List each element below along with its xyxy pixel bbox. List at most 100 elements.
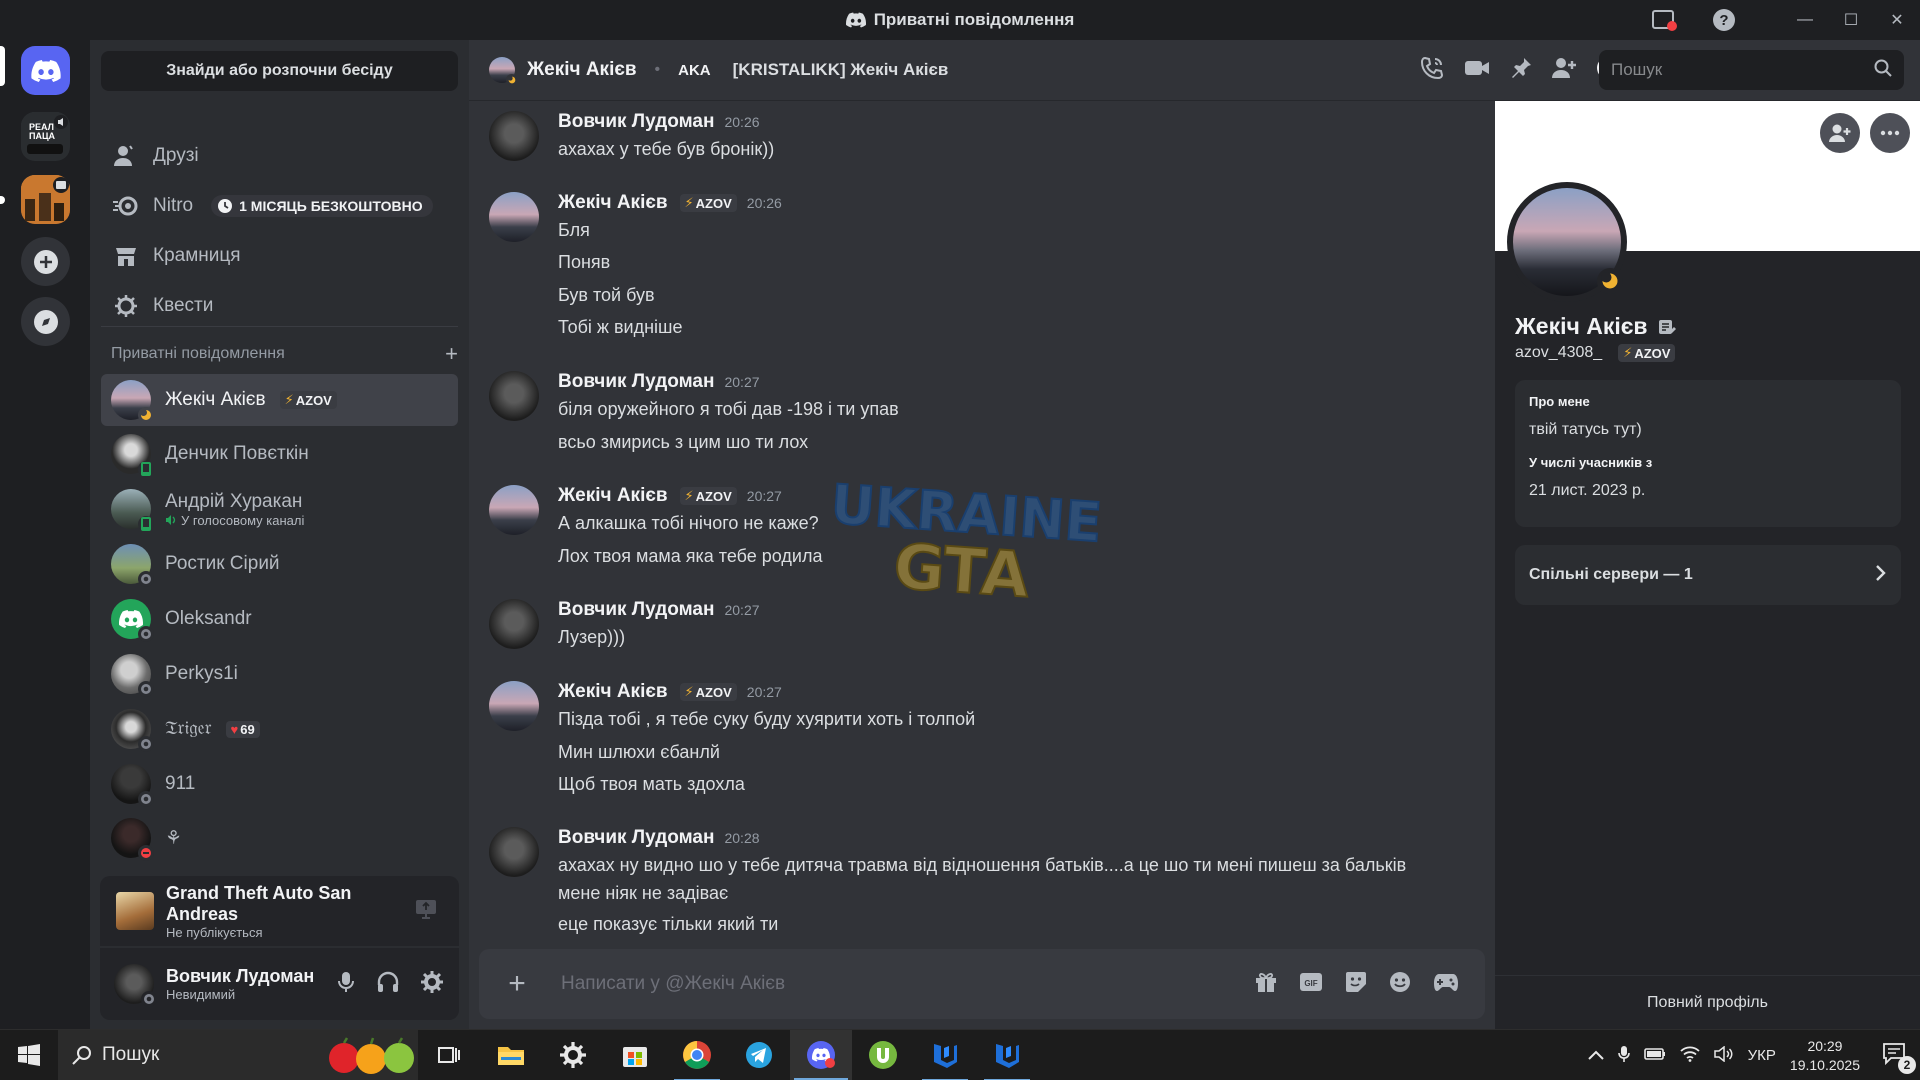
message-author[interactable]: Вовчик Лудоман: [558, 599, 714, 621]
message-author[interactable]: Вовчик Лудоман: [558, 371, 714, 393]
gif-icon[interactable]: GIF: [1299, 972, 1323, 997]
discover-button[interactable]: [21, 297, 70, 346]
message-avatar[interactable]: [489, 681, 539, 731]
wifi-icon[interactable]: [1680, 1046, 1700, 1066]
dm-item-rostyk[interactable]: Ростик Сірий: [101, 538, 458, 590]
message-avatar[interactable]: [489, 827, 539, 877]
taskbar-app-2[interactable]: [976, 1030, 1038, 1080]
video-call-icon[interactable]: [1464, 58, 1490, 83]
settings-gear-icon[interactable]: [421, 970, 443, 998]
dm-item-flower[interactable]: ⚘: [101, 812, 458, 864]
dm-item-andrii[interactable]: Андрій Хуракан У голосовому каналі: [101, 483, 458, 535]
taskbar-store[interactable]: [604, 1030, 666, 1080]
plus-icon: [33, 249, 58, 274]
close-button[interactable]: ✕: [1874, 0, 1920, 40]
message-author[interactable]: Жекіч Акієв: [558, 681, 668, 703]
dm-item-perkys[interactable]: Perkys1i: [101, 648, 458, 700]
dm-item-zhekich[interactable]: Жекіч Акієв ⚡ AZOV: [101, 374, 458, 426]
message-text: А алкашка тобі нічого не каже?: [558, 513, 819, 533]
add-server-button[interactable]: [21, 237, 70, 286]
microphone-icon[interactable]: [337, 971, 355, 998]
search-icon: [72, 1046, 91, 1065]
nav-friends[interactable]: Друзі: [101, 134, 458, 178]
volume-icon[interactable]: [1713, 1044, 1734, 1066]
header-name[interactable]: Жекіч Акієв: [527, 59, 637, 81]
dm-item-denchyk[interactable]: Денчик Повєткін: [101, 428, 458, 480]
input-language[interactable]: УКР: [1748, 1047, 1776, 1064]
message-time: 20:28: [724, 830, 760, 846]
full-profile-button[interactable]: Повний профіль: [1495, 975, 1920, 1029]
taskbar-clock[interactable]: 20:29 19.10.2025: [1790, 1037, 1860, 1075]
activities-gamepad-icon[interactable]: [1433, 972, 1459, 997]
nav-nitro[interactable]: Nitro 1 МІСЯЦЬ БЕЗКОШТОВНО: [101, 184, 458, 228]
server-icon-2[interactable]: [21, 175, 70, 224]
svg-text:GIF: GIF: [1304, 979, 1317, 988]
nitro-promo-badge: 1 МІСЯЦЬ БЕЗКОШТОВНО: [211, 195, 433, 217]
avatar: [111, 599, 154, 642]
task-view-button[interactable]: [418, 1030, 480, 1080]
search-input[interactable]: Пошук: [1599, 50, 1904, 90]
message-avatar[interactable]: [489, 599, 539, 649]
profile-avatar[interactable]: [1507, 182, 1627, 302]
message-author[interactable]: Жекіч Акієв: [558, 485, 668, 507]
taskbar-discord[interactable]: [790, 1029, 852, 1080]
taskbar-telegram[interactable]: [728, 1030, 790, 1080]
chevron-right-icon: [1875, 564, 1887, 587]
find-conversation-button[interactable]: Знайди або розпочни бесіду: [101, 51, 458, 91]
add-friends-to-dm-icon[interactable]: [1552, 57, 1576, 84]
nav-quests[interactable]: Квести: [101, 284, 458, 328]
taskbar-search[interactable]: Пошук: [58, 1029, 418, 1080]
message-author[interactable]: Вовчик Лудоман: [558, 111, 714, 133]
message-author[interactable]: Вовчик Лудоман: [558, 827, 714, 849]
notifications-icon[interactable]: 2: [1882, 1042, 1916, 1074]
start-button[interactable]: [0, 1030, 58, 1080]
mutual-servers-button[interactable]: Спільні сервери — 1: [1515, 545, 1901, 605]
message-avatar[interactable]: [489, 485, 539, 535]
dm-item-triger[interactable]: 𝔗𝔯𝔦𝔤𝔢𝔯 ♥ 69: [101, 703, 458, 755]
taskbar-settings[interactable]: [542, 1030, 604, 1080]
more-options-button[interactable]: [1870, 113, 1910, 153]
battery-icon[interactable]: [1643, 1047, 1666, 1065]
create-dm-plus-icon[interactable]: +: [445, 341, 458, 367]
message-author[interactable]: Жекіч Акієв: [558, 192, 668, 214]
screen-share-icon[interactable]: [415, 899, 437, 924]
add-friend-button[interactable]: [1820, 113, 1860, 153]
header-avatar: [489, 57, 517, 85]
headphones-icon[interactable]: [377, 971, 399, 998]
inbox-icon[interactable]: [1642, 0, 1686, 40]
gift-icon[interactable]: [1255, 971, 1277, 998]
voice-call-icon[interactable]: [1420, 56, 1444, 85]
taskbar-chrome[interactable]: [666, 1030, 728, 1080]
message-avatar[interactable]: [489, 371, 539, 421]
minimize-button[interactable]: —: [1782, 0, 1828, 40]
message-avatar[interactable]: [489, 111, 539, 161]
taskbar-file-explorer[interactable]: [480, 1030, 542, 1080]
message-avatar[interactable]: [489, 192, 539, 242]
activity-panel[interactable]: Grand Theft Auto San Andreas Не публікує…: [100, 876, 459, 946]
profile-name: Жекіч Акієв: [1515, 313, 1676, 340]
status-invisible-icon: [141, 991, 157, 1007]
taskbar-utorrent[interactable]: [852, 1030, 914, 1080]
maximize-button[interactable]: ☐: [1828, 0, 1874, 40]
game-cover: [116, 892, 154, 930]
taskbar-app-1[interactable]: [914, 1030, 976, 1080]
user-avatar[interactable]: [114, 964, 157, 1007]
nav-label: Квести: [153, 295, 214, 316]
chevron-up-icon[interactable]: [1587, 1047, 1604, 1064]
sticker-icon[interactable]: [1345, 971, 1367, 998]
dm-item-oleksandr[interactable]: Oleksandr: [101, 593, 458, 645]
note-icon[interactable]: [1658, 318, 1676, 336]
nitro-icon: [113, 193, 139, 219]
emoji-icon[interactable]: [1389, 971, 1411, 998]
attach-plus-icon[interactable]: +: [503, 967, 531, 1000]
pinned-messages-icon[interactable]: [1510, 57, 1532, 84]
microphone-tray-icon[interactable]: [1617, 1045, 1630, 1067]
dm-item-911[interactable]: 911: [101, 758, 458, 810]
status-offline-icon: [138, 736, 154, 752]
server-icon-1[interactable]: РЕАЛ ПАЦА: [21, 112, 70, 161]
home-button[interactable]: [21, 46, 70, 95]
nav-shop[interactable]: Крамниця: [101, 234, 458, 278]
help-icon[interactable]: ?: [1702, 0, 1746, 40]
clan-tag: ⚡ AZOV: [679, 194, 737, 212]
message-input[interactable]: Написати у @Жекіч Акієв: [561, 973, 1255, 995]
